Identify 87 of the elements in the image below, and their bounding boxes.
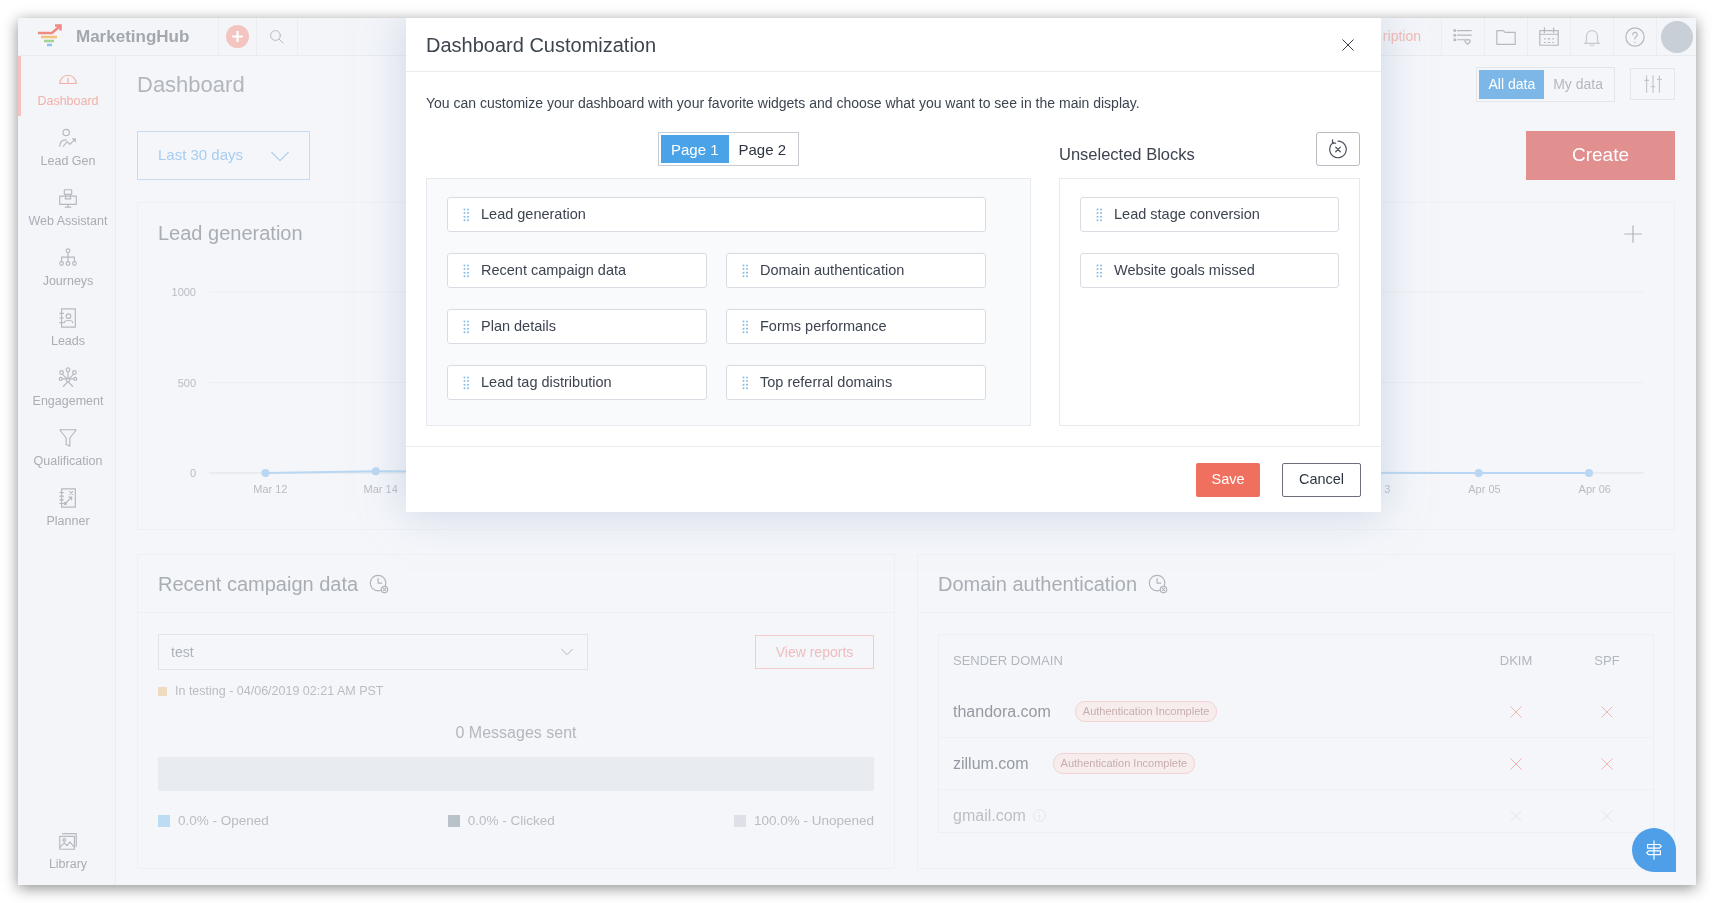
- sidebar-item[interactable]: Library: [18, 819, 115, 879]
- plus-icon[interactable]: [1622, 222, 1644, 245]
- app-name: MarketingHub: [76, 25, 190, 48]
- legend-label: 0.0% - Clicked: [467, 811, 555, 830]
- sidebar-item[interactable]: Engagement: [18, 356, 115, 416]
- data-point: [261, 469, 270, 477]
- widget-block[interactable]: Recent campaign data: [447, 253, 707, 288]
- clock-icon: [368, 572, 391, 595]
- axis-label: Apr 05: [1468, 483, 1501, 495]
- status-badge: Authentication Incomplete: [1074, 701, 1218, 722]
- widget-block[interactable]: Forms performance: [726, 309, 986, 344]
- reset-button[interactable]: [1316, 132, 1360, 166]
- view-reports-button[interactable]: View reports: [755, 635, 874, 669]
- person-monitor-icon: [57, 187, 79, 209]
- sidebar-item[interactable]: Web Assistant: [18, 176, 115, 236]
- campaign-dropdown[interactable]: test: [158, 634, 588, 670]
- scope-option[interactable]: My data: [1544, 69, 1612, 99]
- page-tab[interactable]: Page 2: [728, 135, 797, 163]
- page-tab[interactable]: Page 1: [660, 135, 729, 163]
- column-header: DKIM: [1499, 651, 1533, 670]
- sidebar-item[interactable]: Lead Gen: [18, 116, 115, 176]
- add-button[interactable]: [226, 25, 249, 48]
- avatar[interactable]: [1660, 20, 1693, 53]
- drag-handle-icon[interactable]: [463, 375, 470, 390]
- scope-option[interactable]: All data: [1479, 69, 1545, 99]
- drag-handle-icon[interactable]: [1096, 263, 1103, 278]
- status-badge: Authentication Incomplete: [1052, 753, 1196, 774]
- drag-handle-icon[interactable]: [742, 263, 749, 278]
- domain-name: thandora.com: [953, 701, 1051, 722]
- create-button[interactable]: Create: [1526, 131, 1675, 180]
- legend-label: 100.0% - Unopened: [753, 811, 874, 830]
- notebook-icon: [57, 487, 79, 509]
- data-point: [1585, 469, 1593, 477]
- reset-icon: [1327, 138, 1349, 160]
- widget-block[interactable]: Domain authentication: [726, 253, 986, 288]
- network-icon: [57, 367, 79, 389]
- signpost-icon: [1643, 839, 1665, 861]
- cancel-button[interactable]: Cancel: [1282, 462, 1361, 497]
- save-button[interactable]: Save: [1196, 462, 1260, 497]
- domain-name: gmail.com: [953, 805, 1026, 826]
- data-point: [1474, 469, 1483, 477]
- date-range-dropdown[interactable]: Last 30 days: [137, 131, 310, 180]
- axis-label: Mar 12: [253, 483, 288, 495]
- contact-book-icon: [57, 307, 79, 329]
- column-header: SPF: [1594, 651, 1620, 670]
- subscription-link[interactable]: ription: [1382, 26, 1441, 47]
- drag-handle-icon[interactable]: [463, 319, 470, 334]
- sidebar-item[interactable]: Journeys: [18, 236, 115, 296]
- widget-block[interactable]: Lead stage conversion: [1080, 197, 1339, 232]
- settings-button[interactable]: [1630, 68, 1675, 100]
- sidebar-item[interactable]: Planner: [18, 476, 115, 536]
- calendar-icon[interactable]: [1537, 25, 1561, 48]
- widget-block[interactable]: Website goals missed: [1080, 253, 1339, 288]
- search-icon[interactable]: [268, 27, 286, 46]
- status-indicator: [158, 686, 167, 696]
- dialog-description: You can customize your dashboard with your favorite widgets and choose what you want to see in the main display.: [426, 94, 1141, 113]
- axis-label: 1000: [171, 286, 196, 298]
- help-icon[interactable]: [1624, 25, 1646, 48]
- card-title: Lead generation: [158, 221, 303, 246]
- data-point: [371, 467, 380, 476]
- legend-label: 0.0% - Opened: [178, 811, 269, 830]
- funnel-icon: [57, 427, 79, 449]
- column-header: SENDER DOMAIN: [953, 651, 1064, 670]
- messages-sent: 0 Messages sent: [454, 722, 578, 743]
- widget-block[interactable]: Top referral domains: [726, 365, 986, 400]
- drag-handle-icon[interactable]: [463, 263, 470, 278]
- card-title: Recent campaign data: [158, 571, 359, 597]
- drag-handle-icon[interactable]: [1096, 207, 1103, 222]
- domain-name: zillum.com: [953, 753, 1029, 774]
- widget-block[interactable]: Plan details: [447, 309, 707, 344]
- panel-title: Unselected Blocks: [1059, 144, 1195, 165]
- person-chart-icon: [57, 127, 79, 149]
- images-icon: [57, 830, 79, 852]
- page-title: Dashboard: [137, 70, 245, 99]
- hierarchy-icon: [57, 247, 79, 269]
- sidebar-item[interactable]: Qualification: [18, 416, 115, 476]
- drag-handle-icon[interactable]: [463, 207, 470, 222]
- widget-block[interactable]: Lead tag distribution: [447, 365, 707, 400]
- sliders-icon: [1641, 73, 1664, 95]
- sidebar-item[interactable]: Leads: [18, 296, 115, 356]
- plus-icon: [231, 30, 244, 43]
- card-title: Domain authentication: [938, 571, 1137, 597]
- drag-handle-icon[interactable]: [742, 375, 749, 390]
- dialog-title: Dashboard Customization: [426, 32, 657, 58]
- clock-icon: [1147, 572, 1169, 595]
- widget-block[interactable]: Lead generation: [447, 197, 986, 232]
- drag-handle-icon[interactable]: [742, 319, 749, 334]
